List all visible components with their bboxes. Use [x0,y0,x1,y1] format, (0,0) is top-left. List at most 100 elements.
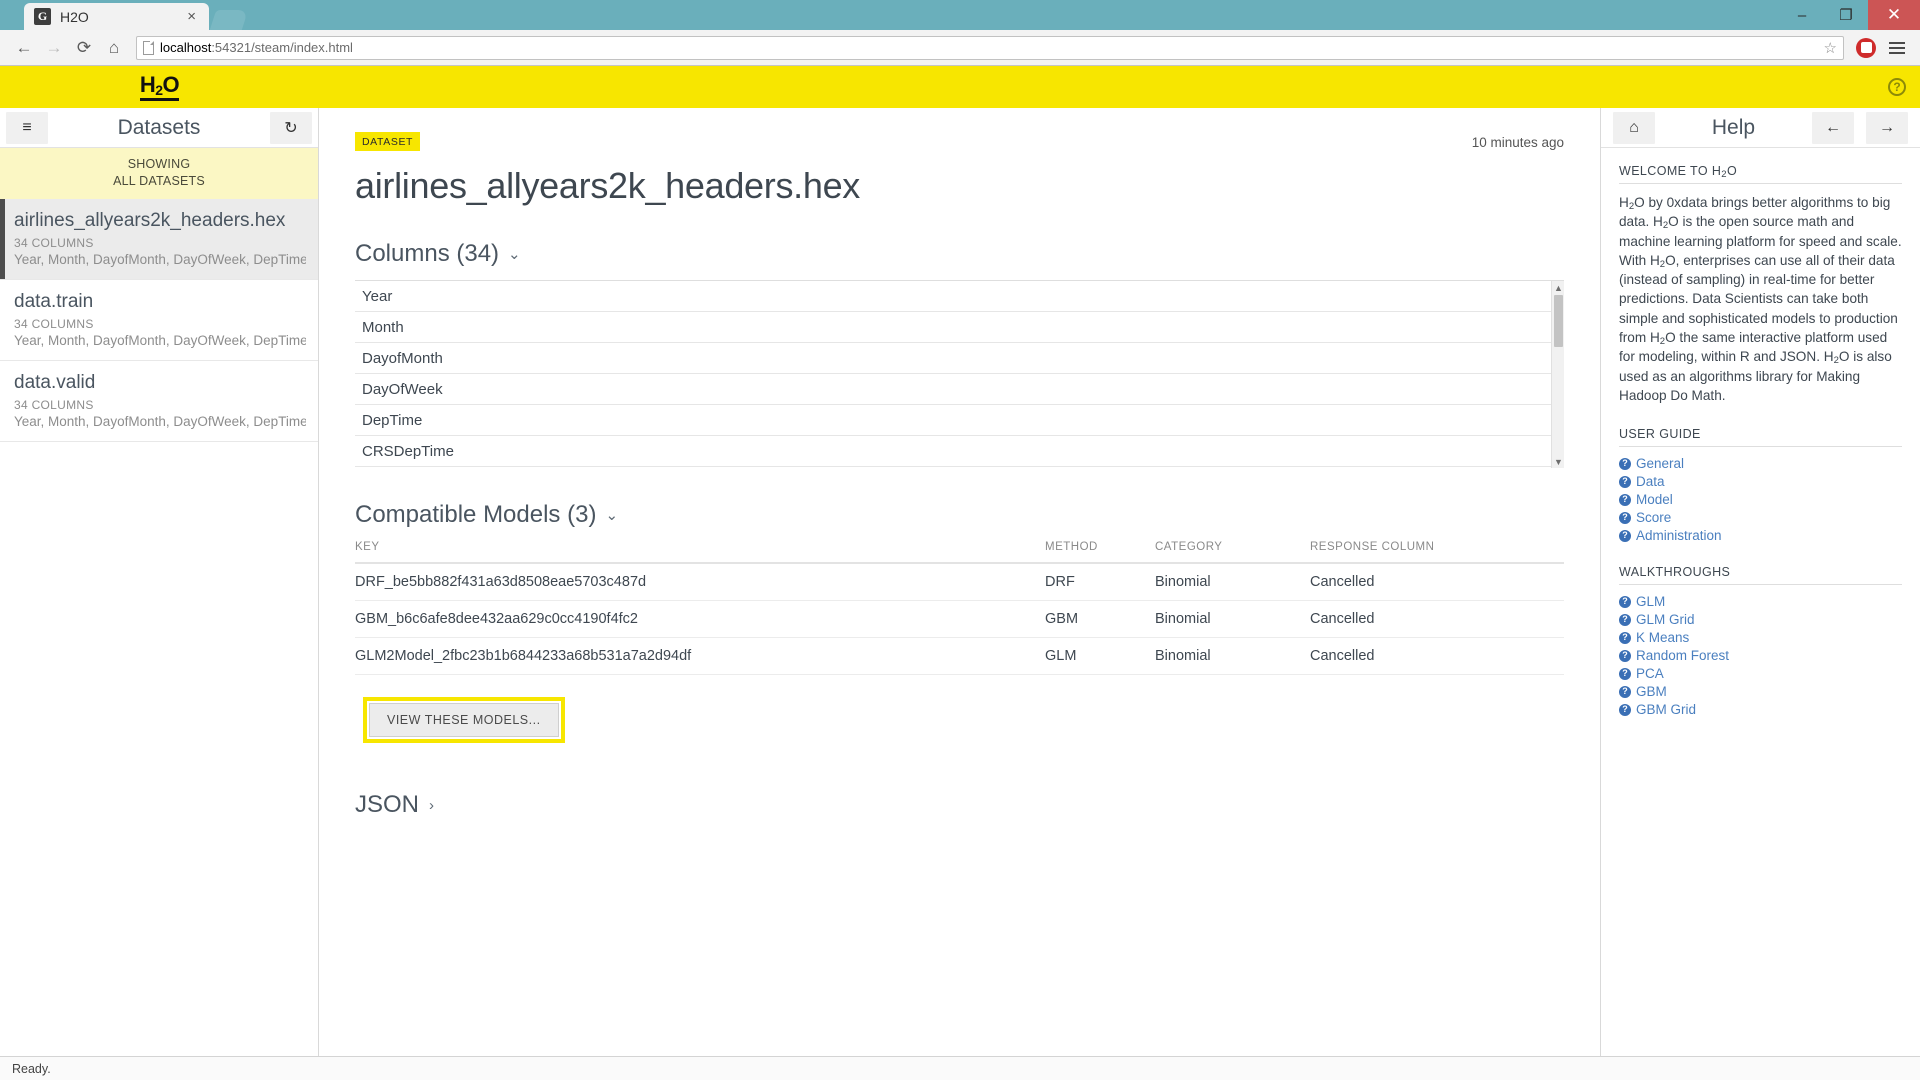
h2o-app: H2O ? ≡ Datasets ↻ SHOWING ALL DATASETS … [0,66,1920,1080]
refresh-icon[interactable]: ↻ [270,112,312,144]
help-link-gbm[interactable]: ?GBM [1619,684,1902,699]
help-link-glm-grid[interactable]: ?GLM Grid [1619,612,1902,627]
help-link-glm[interactable]: ?GLM [1619,594,1902,609]
new-tab-button[interactable] [210,10,248,30]
help-next-icon[interactable]: → [1866,112,1908,144]
tab-close-icon[interactable]: × [182,8,201,25]
dataset-list: airlines_allyears2k_headers.hex 34 COLUM… [0,199,318,1056]
help-link-label: Model [1636,492,1673,507]
column-row[interactable]: Year [355,281,1564,312]
tab-title: H2O [60,9,182,25]
scroll-up-icon[interactable]: ▲ [1552,281,1564,294]
table-row[interactable]: GBM_b6c6afe8dee432aa629c0cc4190f4fc2 GBM… [355,601,1564,638]
column-row[interactable]: Month [355,312,1564,343]
logo-2: 2 [155,82,162,98]
columns-scrollbar[interactable]: ▲ ▼ [1551,281,1564,468]
view-models-focus-ring: VIEW THESE MODELS... [363,697,565,743]
list-item[interactable]: data.train 34 COLUMNS Year, Month, Dayof… [0,280,318,361]
models-section-header[interactable]: Compatible Models (3) ⌄ [355,501,1564,529]
json-section-header[interactable]: JSON › [355,791,1564,819]
question-icon: ? [1619,476,1631,488]
model-response: Cancelled [1310,563,1564,601]
chevron-down-icon: ⌄ [508,245,521,263]
column-row[interactable]: ArrTime [355,467,1564,468]
table-header: KEY METHOD CATEGORY RESPONSE COLUMN [355,541,1564,563]
browser-toolbar: ← → ⟳ ⌂ localhost:54321/steam/index.html… [0,30,1920,66]
model-key: DRF_be5bb882f431a63d8508eae5703c487d [355,563,1045,601]
welcome-sub-3: 2 [1660,259,1665,270]
adblock-extension-icon[interactable] [1856,38,1876,58]
help-link-general[interactable]: ? General [1619,456,1902,471]
table-row[interactable]: DRF_be5bb882f431a63d8508eae5703c487d DRF… [355,563,1564,601]
question-icon: ? [1619,668,1631,680]
column-row[interactable]: CRSDepTime [355,436,1564,467]
hamburger-menu-icon[interactable]: ≡ [6,112,48,144]
help-link-gbm-grid[interactable]: ?GBM Grid [1619,702,1902,717]
question-icon: ? [1619,458,1631,470]
list-item[interactable]: data.valid 34 COLUMNS Year, Month, Dayof… [0,361,318,442]
question-icon: ? [1619,614,1631,626]
page-info-icon [143,41,154,55]
help-prev-icon[interactable]: ← [1812,112,1854,144]
help-link-label: General [1636,456,1684,471]
main-content: DATASET 10 minutes ago airlines_allyears… [319,108,1600,1056]
dataset-name: airlines_allyears2k_headers.hex [14,210,306,232]
columns-section-header[interactable]: Columns (34) ⌄ [355,240,1564,268]
minimize-button[interactable]: – [1780,0,1824,30]
scrollbar-thumb[interactable] [1554,295,1563,347]
table-row[interactable]: GLM2Model_2fbc23b1b6844233a68b531a7a2d94… [355,638,1564,675]
column-row[interactable]: DepTime [355,405,1564,436]
browser-menu-icon[interactable] [1884,42,1910,54]
question-icon: ? [1619,704,1631,716]
dataset-preview: Year, Month, DayofMonth, DayOfWeek, DepT… [14,414,306,429]
help-link-random-forest[interactable]: ?Random Forest [1619,648,1902,663]
json-heading-label: JSON [355,791,419,819]
help-body: WELCOME TO H2O H2O by 0xdata brings bett… [1601,148,1920,736]
url-path: :54321/steam/index.html [211,40,353,55]
showing-banner: SHOWING ALL DATASETS [0,148,318,199]
help-home-icon[interactable]: ⌂ [1613,112,1655,144]
browser-tab[interactable]: G H2O × [24,3,209,30]
model-category: Binomial [1155,601,1310,638]
help-panel: ⌂ Help ← → WELCOME TO H2O H2O by 0xdata … [1600,108,1920,1056]
welcome-sub-2: 2 [1663,220,1668,231]
forward-icon[interactable]: → [40,34,68,62]
column-header-method: METHOD [1045,541,1155,563]
h2o-logo[interactable]: H2O [0,66,319,108]
column-header-response: RESPONSE COLUMN [1310,541,1564,563]
maximize-button[interactable]: ❐ [1824,0,1868,30]
model-response: Cancelled [1310,601,1564,638]
help-link-administration[interactable]: ?Administration [1619,528,1902,543]
help-link-label: PCA [1636,666,1664,681]
scroll-down-icon[interactable]: ▼ [1552,455,1564,468]
close-window-button[interactable]: ✕ [1868,0,1920,30]
help-link-k-means[interactable]: ?K Means [1619,630,1902,645]
logo-o: O [163,72,180,97]
column-row[interactable]: DayOfWeek [355,374,1564,405]
home-icon[interactable]: ⌂ [100,34,128,62]
help-link-score[interactable]: ?Score [1619,510,1902,525]
browser-titlebar: G H2O × – ❐ ✕ [0,0,1920,30]
view-these-models-button[interactable]: VIEW THESE MODELS... [369,703,559,737]
help-link-model[interactable]: ?Model [1619,492,1902,507]
status-bar: Ready. [0,1056,1920,1080]
column-row[interactable]: DayofMonth [355,343,1564,374]
back-icon[interactable]: ← [10,34,38,62]
help-link-data[interactable]: ?Data [1619,474,1902,489]
question-icon: ? [1619,530,1631,542]
help-question-icon[interactable]: ? [1888,78,1906,96]
welcome-sub-5: 2 [1834,355,1839,366]
model-category: Binomial [1155,638,1310,675]
reload-icon[interactable]: ⟳ [70,34,98,62]
bookmark-star-icon[interactable]: ☆ [1824,39,1837,57]
dataset-name: data.train [14,291,306,313]
help-link-label: GBM [1636,684,1667,699]
model-category: Binomial [1155,563,1310,601]
address-bar[interactable]: localhost:54321/steam/index.html ☆ [136,36,1844,60]
help-link-pca[interactable]: ? PCA [1619,666,1902,681]
app-topbar: H2O ? [0,66,1920,108]
status-badge: DATASET [355,132,420,151]
list-item[interactable]: airlines_allyears2k_headers.hex 34 COLUM… [0,199,318,280]
sidebar-header: ≡ Datasets ↻ [0,108,318,148]
welcome-paragraph: H2O by 0xdata brings better algorithms t… [1619,193,1902,405]
